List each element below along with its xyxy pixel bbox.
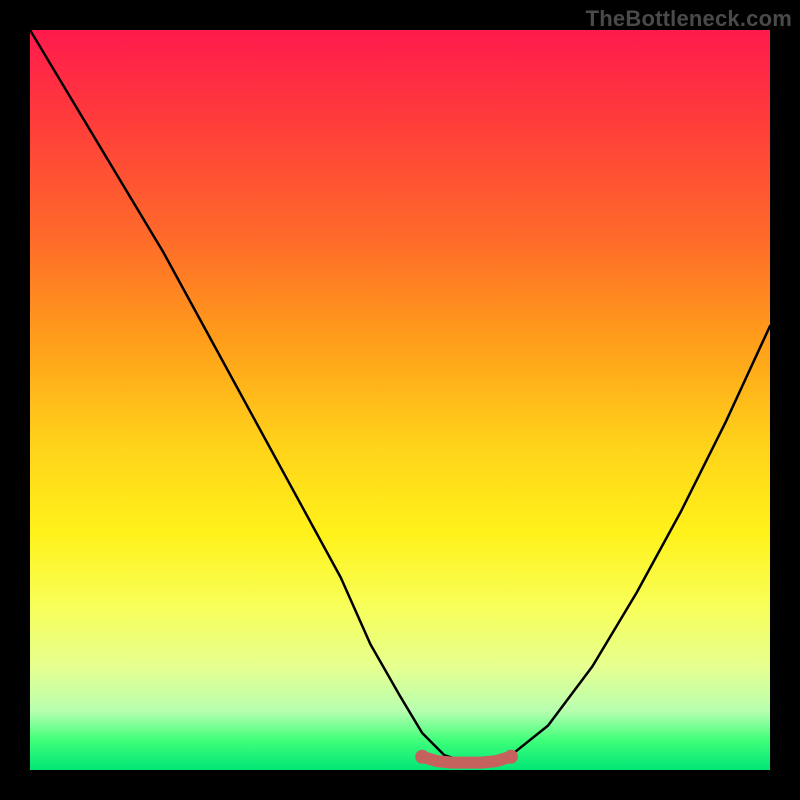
optimal-band-end-dot	[504, 750, 518, 764]
optimal-band-path	[422, 757, 511, 763]
chart-frame: TheBottleneck.com	[0, 0, 800, 800]
bottleneck-curve-path	[30, 30, 770, 763]
chart-svg	[30, 30, 770, 770]
optimal-band-end-dot	[415, 750, 429, 764]
plot-area	[30, 30, 770, 770]
watermark-text: TheBottleneck.com	[586, 6, 792, 32]
